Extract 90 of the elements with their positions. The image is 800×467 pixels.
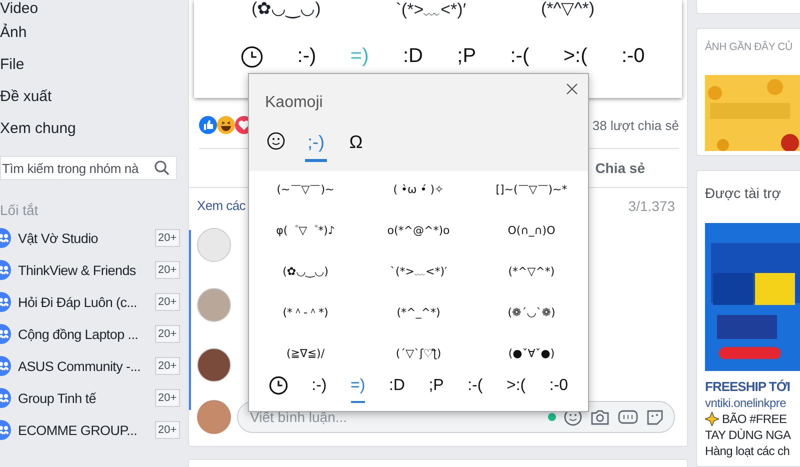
search-field[interactable]: Tìm kiếm trong nhóm nà <box>2 160 154 176</box>
group-link[interactable]: Group Tinh tế <box>18 390 148 406</box>
section-heading: Được tài trợ <box>705 185 782 201</box>
search-bar[interactable]: Tìm kiếm trong nhóm nà <box>0 156 177 180</box>
comment-count: 3/1.373 <box>628 198 675 216</box>
avatar <box>197 348 231 382</box>
kaomoji-button[interactable]: (*^▽^*) <box>506 263 557 280</box>
kaomoji-text: (*^▽^*) <box>540 0 594 20</box>
count-badge: 20+ <box>155 421 180 439</box>
category-tab[interactable]: =) <box>350 376 366 402</box>
group-icon <box>0 292 11 312</box>
category-tab[interactable]: >:( <box>561 43 590 70</box>
kaomoji-button[interactable]: []~(￣▽￣)~* <box>494 180 570 199</box>
sparkle-icon <box>705 412 719 426</box>
avatar <box>197 288 231 322</box>
category-tab[interactable]: :-0 <box>619 43 647 70</box>
count-badge: 20+ <box>155 261 180 279</box>
kaomoji-button[interactable]: (*^_^*) <box>394 304 442 321</box>
category-tab[interactable]: :-( <box>508 43 532 70</box>
category-tab[interactable]: :-( <box>468 376 483 402</box>
kaomoji-button[interactable]: o(*^@^*)o <box>385 222 452 239</box>
close-button[interactable] <box>566 83 578 95</box>
kaomoji-button[interactable]: (*＾-＾*) <box>280 303 330 322</box>
ad-text: Hàng loạt các ch <box>705 443 790 459</box>
ad-link[interactable]: vntiki.onelinkpre <box>705 395 800 411</box>
group-link[interactable]: ASUS Community -... <box>18 358 148 374</box>
nav-link[interactable]: Video <box>0 0 186 24</box>
kaomoji-button[interactable]: (●ˇ∀ˇ●) <box>506 345 557 362</box>
ad-text: BÃO #FREE <box>722 411 787 427</box>
laugh-icon <box>217 116 235 134</box>
kaomoji-button[interactable]: ( •̀ω •́ )✧ <box>391 181 446 198</box>
kaomoji-button[interactable]: `(*>﹏<*)′ <box>388 262 449 281</box>
group-icon <box>0 356 11 376</box>
kaomoji-button[interactable]: (~￣▽￣)~ <box>274 180 336 199</box>
search-icon <box>154 160 170 176</box>
count-badge: 20+ <box>155 325 180 343</box>
nav-link[interactable]: Xem chung <box>0 120 186 152</box>
kaomoji-button[interactable]: O(∩_∩)O <box>506 222 558 239</box>
kaomoji-button[interactable]: (✿◡‿◡) <box>280 263 330 280</box>
comment-field[interactable]: Viết bình luận... <box>248 408 540 426</box>
group-link[interactable]: Hỏi Đi Đáp Luôn (c... <box>18 294 148 310</box>
category-tab[interactable]: :-) <box>295 43 318 70</box>
kaomoji-button[interactable]: φ(゜▽゜*)♪ <box>274 221 337 240</box>
section-heading: Lối tắt <box>0 202 40 220</box>
kaomoji-text: `(*>﹏<*)′ <box>396 0 466 21</box>
count-badge: 20+ <box>155 389 180 407</box>
clock-icon[interactable] <box>239 44 266 70</box>
group-icon <box>0 420 11 440</box>
sticker-icon[interactable] <box>646 408 664 426</box>
avatar <box>197 400 231 434</box>
group-link[interactable]: ThinkView & Friends <box>18 262 148 278</box>
category-tab[interactable]: >:( <box>506 376 526 402</box>
category-tab[interactable]: :D <box>400 43 425 70</box>
status-dot-icon <box>548 413 556 421</box>
group-icon <box>0 260 11 280</box>
ad-title[interactable]: FREESHIP TỚI <box>705 379 800 395</box>
kaomoji-button[interactable]: (≧∇≦)/ <box>284 345 327 362</box>
category-tab[interactable]: :-) <box>312 376 327 402</box>
camera-icon[interactable] <box>590 408 610 426</box>
panel-title: Kaomoji <box>265 94 323 113</box>
ad-text: TAY DÙNG NGA <box>705 427 791 443</box>
category-tab[interactable]: ;P <box>455 43 478 70</box>
nav-link[interactable]: Đề xuất <box>0 88 186 120</box>
avatar <box>197 228 231 262</box>
nav-link[interactable]: File <box>0 56 186 88</box>
group-link[interactable]: Cộng đồng Laptop ... <box>18 326 148 342</box>
count-badge: 20+ <box>155 229 180 247</box>
like-icon <box>199 116 217 134</box>
group-icon <box>0 388 11 408</box>
close-icon <box>566 83 578 95</box>
more-comments-link[interactable]: Xem các <box>197 198 246 218</box>
section-heading: ẢNH GẦN ĐÂY CỦ <box>705 41 794 53</box>
kaomoji-button[interactable]: (❁´◡`❁) <box>506 304 558 321</box>
panel-tab[interactable]: ;-) <box>305 132 327 162</box>
group-icon <box>0 228 11 248</box>
group-link[interactable]: ECOMME GROUP... <box>18 422 148 438</box>
count-badge: 20+ <box>155 357 180 375</box>
panel-tab[interactable]: Ω <box>345 132 367 162</box>
kaomoji-text: (✿◡‿◡) <box>251 0 321 20</box>
category-tab[interactable]: ;P <box>428 376 444 402</box>
smiley-icon <box>267 132 285 150</box>
kaomoji-button[interactable]: (´▽`ʃ♡ƪ) <box>394 345 444 362</box>
group-link[interactable]: Vật Vờ Studio <box>18 230 148 246</box>
nav-link[interactable]: Ảnh <box>0 24 186 56</box>
category-tab[interactable]: :-0 <box>549 376 568 402</box>
category-tab[interactable]: :D <box>388 376 405 402</box>
share-button[interactable]: Chia sẻ <box>593 160 647 176</box>
group-icon <box>0 324 11 344</box>
share-count: 38 lượt chia sẻ <box>592 118 679 132</box>
count-badge: 20+ <box>155 293 180 311</box>
